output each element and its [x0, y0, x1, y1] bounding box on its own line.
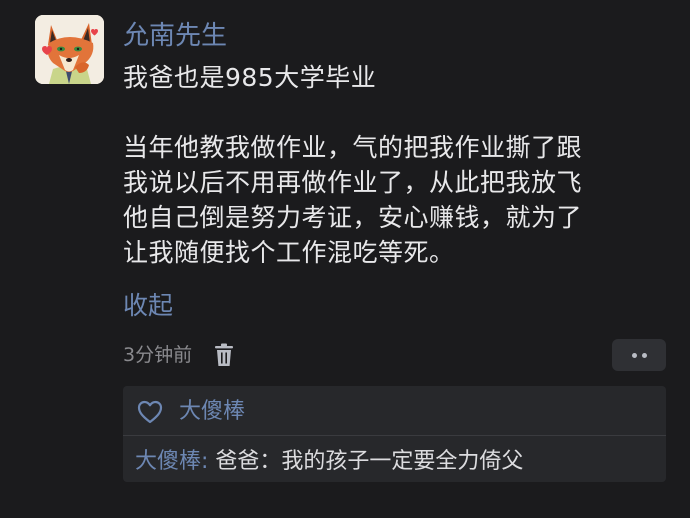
post-text-line: 他自己倒是努力考证，安心赚钱，就为了: [123, 203, 583, 232]
reply-text: 爸爸：我的孩子一定要全力倚父: [208, 449, 524, 474]
liker-name[interactable]: 大傻棒: [179, 396, 245, 428]
post-meta: 3分钟前: [123, 340, 236, 370]
post-timestamp: 3分钟前: [123, 344, 193, 366]
more-options-button[interactable]: [612, 339, 666, 371]
reply-author[interactable]: 大傻棒:: [135, 449, 208, 474]
more-dots-icon: [641, 352, 647, 358]
post-author-name[interactable]: 允南先生: [123, 18, 227, 54]
likes-row: 大傻棒: [137, 396, 245, 428]
trash-icon: [215, 343, 234, 366]
heart-outline-icon[interactable]: [137, 400, 163, 424]
divider: [123, 435, 666, 436]
post-text-line: 让我随便找个工作混吃等死。: [123, 238, 455, 267]
fox-avatar-icon: [35, 15, 104, 84]
post-text-line: 我爸也是985大学毕业: [123, 63, 377, 92]
post-text-line: 当年他教我做作业，气的把我作业撕了跟: [123, 133, 583, 162]
comment-reply-box: 大傻棒 大傻棒: 爸爸：我的孩子一定要全力倚父: [123, 386, 666, 482]
delete-button[interactable]: [212, 342, 236, 368]
reply-item[interactable]: 大傻棒: 爸爸：我的孩子一定要全力倚父: [135, 447, 523, 477]
avatar[interactable]: [35, 15, 104, 84]
weibo-comment-screen: 允南先生 我爸也是985大学毕业 当年他教我做作业，气的把我作业撕了跟 我说以后…: [0, 0, 690, 518]
collapse-link[interactable]: 收起: [123, 288, 173, 323]
post-body: 我爸也是985大学毕业 当年他教我做作业，气的把我作业撕了跟 我说以后不用再做作…: [123, 60, 683, 270]
more-dots-icon: [631, 352, 637, 358]
post-text-line: 我说以后不用再做作业了，从此把我放飞: [123, 168, 583, 197]
